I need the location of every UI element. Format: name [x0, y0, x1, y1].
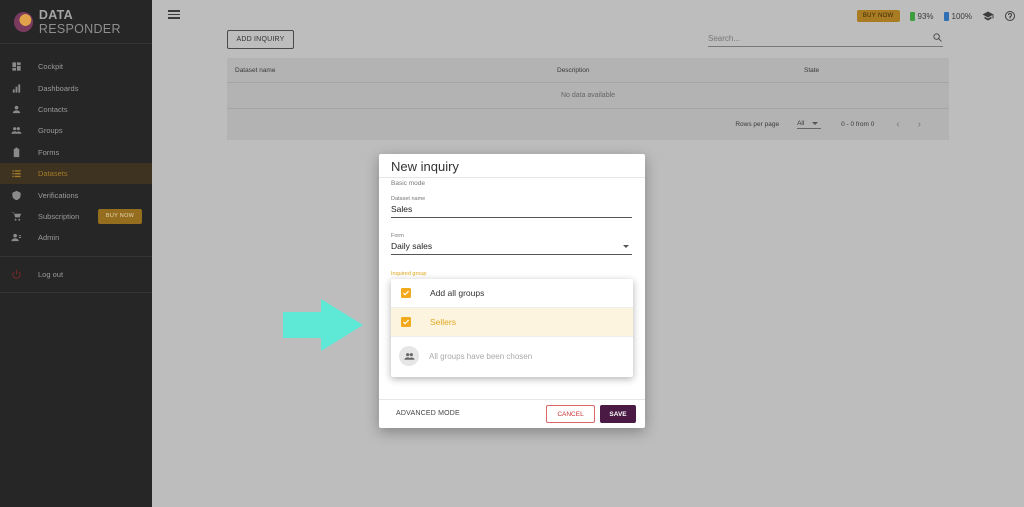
group-icon — [10, 125, 22, 137]
pointer-arrow-icon — [283, 299, 363, 351]
sidebar-nav: Cockpit Dashboards Contacts Groups Forms… — [0, 56, 152, 293]
sidebar-item-label: Groups — [38, 126, 63, 136]
sidebar-item-label: Verifications — [38, 190, 79, 200]
sidebar-item-label: Contacts — [38, 104, 68, 114]
table-footer: Rows per page All 0 - 0 from 0 ‹› — [227, 109, 949, 139]
form-value: Daily sales — [391, 241, 433, 251]
admin-icon — [10, 232, 22, 244]
chevron-down-icon — [812, 121, 819, 125]
sidebar-item-verifications[interactable]: Verifications — [0, 184, 152, 205]
dashboard-icon — [10, 61, 22, 73]
datasets-table: Dataset name Description State No data a… — [227, 58, 949, 140]
brand[interactable]: DATA RESPONDER — [0, 0, 152, 44]
shield-icon — [10, 189, 22, 201]
sidebar-item-contacts[interactable]: Contacts — [0, 99, 152, 120]
dropdown-item-sellers[interactable]: Sellers — [391, 308, 633, 337]
pagination-arrows: ‹› — [896, 119, 939, 130]
next-page-icon[interactable]: › — [918, 119, 939, 130]
dialog-divider — [379, 177, 645, 178]
sidebar-item-label: Subscription — [38, 211, 80, 221]
inquired-group-label: Inquired group — [391, 271, 427, 277]
sidebar-item-label: Cockpit — [38, 62, 64, 72]
column-header-description[interactable]: Description — [557, 67, 590, 74]
dialog-title: New inquiry — [391, 159, 459, 174]
cancel-button[interactable]: CANCEL — [546, 405, 595, 423]
sidebar-item-label: Log out — [38, 269, 64, 279]
advanced-mode-button[interactable]: ADVANCED MODE — [396, 410, 460, 417]
save-button[interactable]: SAVE — [600, 405, 636, 423]
sidebar-item-label: Datasets — [38, 169, 68, 179]
sidebar-divider — [0, 255, 152, 257]
sidebar-item-logout[interactable]: Log out — [0, 264, 152, 285]
sidebar-item-datasets[interactable]: Datasets — [0, 162, 152, 185]
table-empty-message: No data available — [227, 83, 949, 109]
sidebar-item-admin[interactable]: Admin — [0, 227, 152, 248]
dropdown-empty-label: All groups have been chosen — [429, 351, 533, 361]
checkbox-checked-icon[interactable] — [401, 288, 411, 298]
group-dropdown-menu: Add all groups Sellers All groups have b… — [391, 279, 633, 377]
search-input[interactable]: Search... — [708, 30, 943, 47]
checkbox-checked-icon[interactable] — [401, 317, 411, 327]
dropdown-item-label: Sellers — [430, 317, 456, 327]
buy-now-button[interactable]: BUY NOW — [856, 10, 900, 22]
sidebar-divider — [0, 291, 152, 293]
dataset-name-label: Dataset name — [391, 196, 426, 202]
mode-label: Basic mode — [391, 180, 425, 187]
group-avatar-icon — [399, 346, 419, 366]
dialog-footer-divider — [379, 399, 645, 400]
dropdown-item-label: Add all groups — [430, 288, 485, 298]
dataset-name-field[interactable]: Dataset name Sales — [391, 196, 632, 218]
column-header-dataset-name[interactable]: Dataset name — [235, 67, 275, 74]
column-header-state[interactable]: State — [804, 67, 819, 74]
clipboard-icon — [10, 146, 22, 158]
sidebar-item-label: Forms — [38, 147, 60, 157]
brand-name: DATA RESPONDER — [38, 7, 121, 36]
bar-chart-icon — [10, 82, 22, 94]
help-icon[interactable] — [1004, 10, 1016, 22]
form-label: Form — [391, 233, 404, 239]
sidebar-item-groups[interactable]: Groups — [0, 120, 152, 141]
sidebar-item-subscription[interactable]: Subscription BUY NOW — [0, 206, 152, 227]
pagination-range: 0 - 0 from 0 — [841, 120, 875, 128]
rows-per-page-label: Rows per page — [735, 120, 780, 128]
sidebar-item-dashboards[interactable]: Dashboards — [0, 77, 152, 98]
hamburger-menu-icon[interactable] — [168, 8, 180, 20]
battery-status-2: 100% — [943, 11, 972, 21]
add-inquiry-button[interactable]: ADD INQUIRY — [227, 30, 294, 49]
brand-logo-icon — [14, 11, 33, 32]
graduation-cap-icon[interactable] — [982, 10, 994, 22]
sidebar-item-label: Admin — [38, 233, 60, 243]
form-select[interactable]: Form Daily sales — [391, 233, 632, 255]
rows-per-page-select[interactable]: All — [797, 120, 822, 129]
cart-icon — [10, 210, 22, 222]
battery-status-1: 93% — [909, 11, 934, 21]
list-icon — [10, 168, 22, 180]
battery-green-icon — [909, 11, 915, 21]
topbar-right: BUY NOW 93% 100% — [856, 8, 1016, 24]
sidebar-item-label: Dashboards — [38, 83, 79, 93]
battery-blue-icon — [943, 11, 949, 21]
sidebar-item-cockpit[interactable]: Cockpit — [0, 56, 152, 77]
dropdown-empty-item: All groups have been chosen — [391, 337, 633, 375]
dropdown-item-add-all-groups[interactable]: Add all groups — [391, 279, 633, 308]
chevron-down-icon[interactable] — [623, 244, 629, 248]
search-icon[interactable] — [932, 32, 943, 45]
dataset-name-input[interactable]: Sales — [391, 204, 412, 214]
power-icon — [10, 268, 22, 280]
person-icon — [10, 103, 22, 115]
sidebar: DATA RESPONDER Cockpit Dashboards Contac… — [0, 0, 152, 507]
buy-now-badge[interactable]: BUY NOW — [98, 208, 142, 224]
prev-page-icon[interactable]: ‹ — [896, 119, 917, 130]
search-placeholder: Search... — [708, 33, 741, 43]
sidebar-item-forms[interactable]: Forms — [0, 142, 152, 163]
table-header: Dataset name Description State — [227, 58, 949, 83]
